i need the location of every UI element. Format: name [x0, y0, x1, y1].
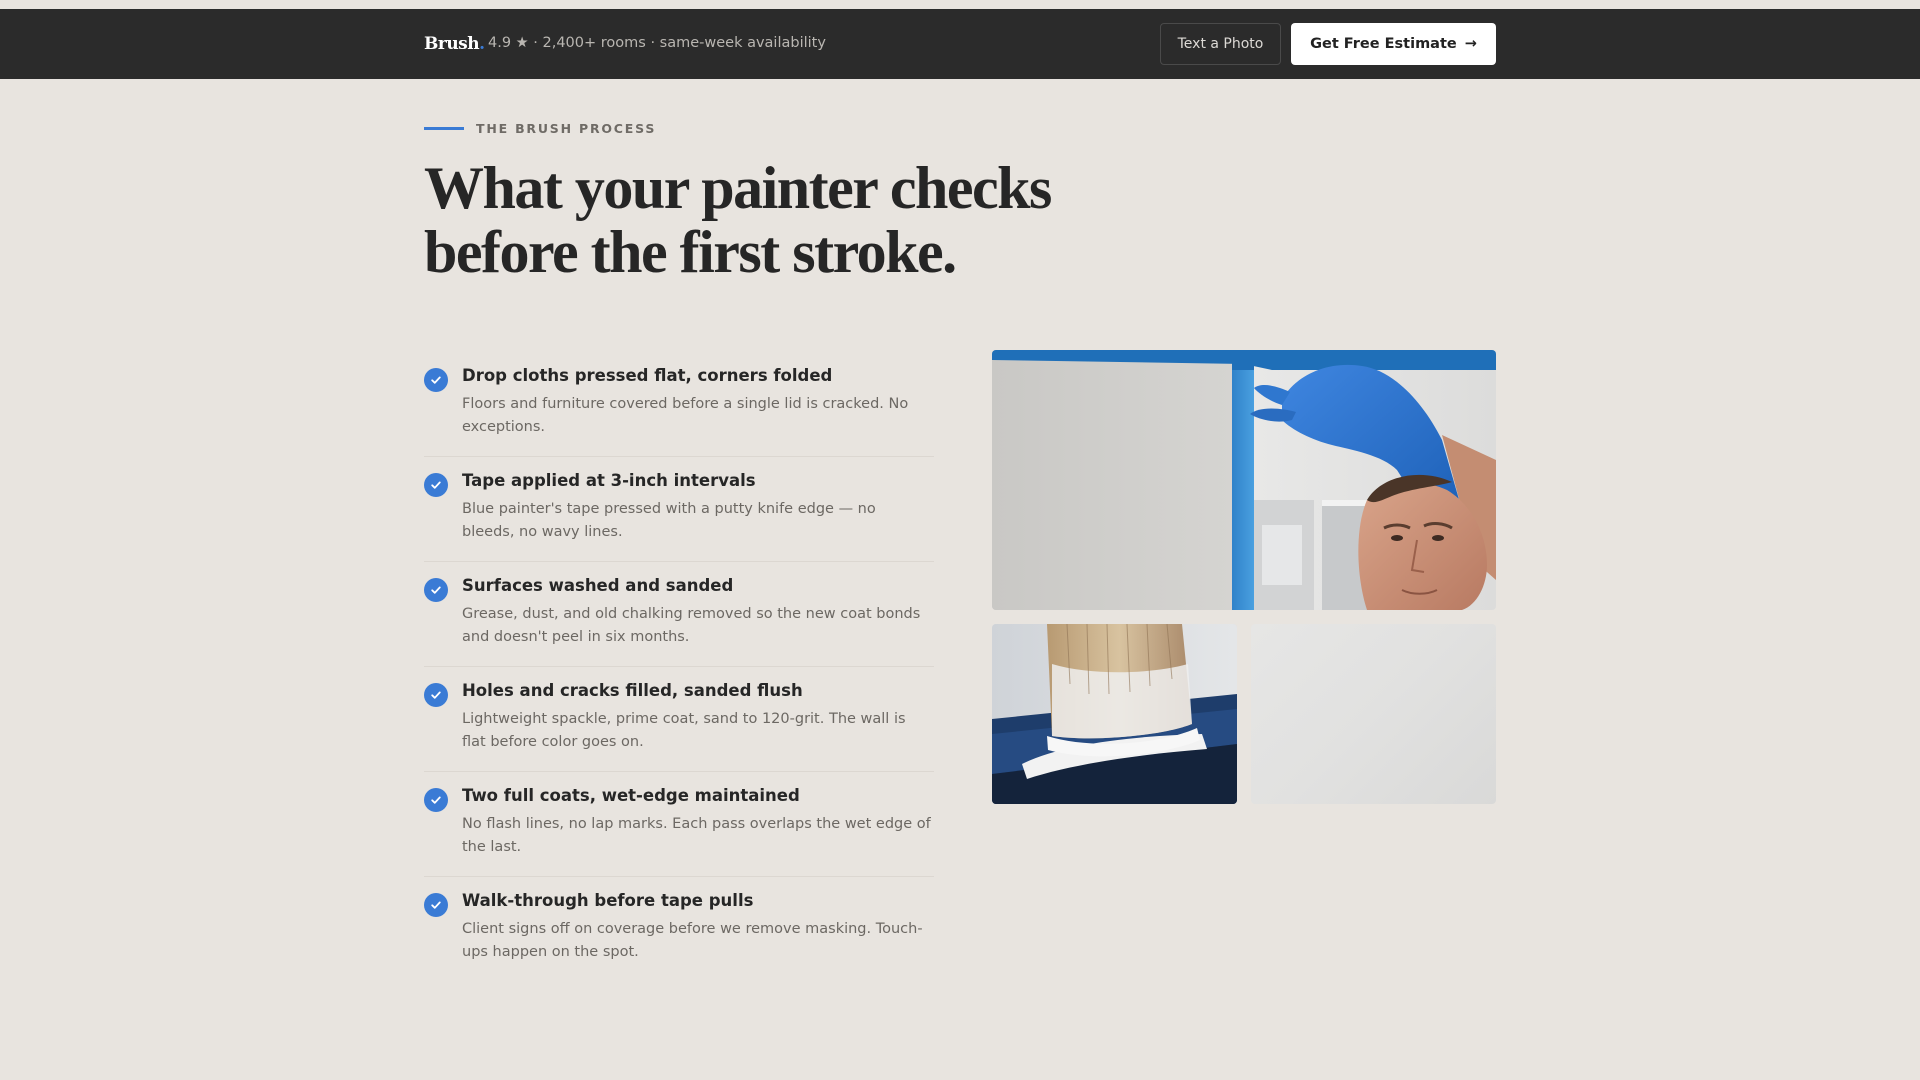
checklist-item-description: Lightweight spackle, prime coat, sand to… [462, 711, 906, 750]
eyebrow-text: THE BRUSH PROCESS [476, 121, 657, 136]
process-checklist: Drop cloths pressed flat, corners folded… [424, 352, 934, 982]
finished-wall-photo [1251, 624, 1496, 804]
checklist-item-title: Walk-through before tape pulls [462, 891, 754, 910]
headline-line-2: before the first stroke. [424, 219, 957, 285]
navbar: Brush. 4.9 ★ · 2,400+ rooms · same-week … [0, 9, 1920, 79]
painter-taping-photo [992, 350, 1496, 610]
eyebrow-rule [424, 127, 464, 130]
checklist-item-title: Tape applied at 3-inch intervals [462, 471, 756, 490]
section-eyebrow: THE BRUSH PROCESS [424, 121, 656, 136]
page-title: What your painter checks before the firs… [424, 156, 1184, 284]
text-photo-button[interactable]: Text a Photo [1160, 23, 1281, 65]
checklist-item: Two full coats, wet-edge maintained No f… [424, 772, 934, 877]
checklist-item-description: Client signs off on coverage before we r… [462, 921, 923, 960]
get-free-estimate-button[interactable]: Get Free Estimate → [1291, 23, 1496, 65]
checklist-item-description: Grease, dust, and old chalking removed s… [462, 606, 921, 645]
checklist-item-description: Floors and furniture covered before a si… [462, 396, 909, 435]
checklist-item-title: Holes and cracks filled, sanded flush [462, 681, 803, 700]
painter-taping-illustration [992, 350, 1496, 610]
checkmark-icon [424, 368, 448, 392]
brand-logo[interactable]: Brush. [424, 34, 485, 54]
checklist-item-description: No flash lines, no lap marks. Each pass … [462, 816, 931, 855]
checklist-item-title: Two full coats, wet-edge maintained [462, 786, 800, 805]
checkmark-icon [424, 683, 448, 707]
checkmark-icon [424, 893, 448, 917]
checklist-item-title: Surfaces washed and sanded [462, 576, 734, 595]
header-tagline: 4.9 ★ · 2,400+ rooms · same-week availab… [488, 35, 826, 51]
checklist-item: Walk-through before tape pulls Client si… [424, 877, 934, 982]
paint-brush-illustration [992, 624, 1237, 804]
checkmark-icon [424, 473, 448, 497]
paint-brush-photo [992, 624, 1237, 804]
checklist-item: Drop cloths pressed flat, corners folded… [424, 352, 934, 457]
checkmark-icon [424, 578, 448, 602]
headline-line-1: What your painter checks [424, 155, 1052, 221]
checklist-item: Surfaces washed and sanded Grease, dust,… [424, 562, 934, 667]
checkmark-icon [424, 788, 448, 812]
top-strip [0, 0, 1920, 9]
checklist-item-title: Drop cloths pressed flat, corners folded [462, 366, 833, 385]
checklist-item-description: Blue painter's tape pressed with a putty… [462, 501, 876, 540]
estimate-label: Get Free Estimate [1310, 36, 1457, 52]
checklist-item: Holes and cracks filled, sanded flush Li… [424, 667, 934, 772]
arrow-right-icon: → [1464, 36, 1477, 52]
checklist-item: Tape applied at 3-inch intervals Blue pa… [424, 457, 934, 562]
